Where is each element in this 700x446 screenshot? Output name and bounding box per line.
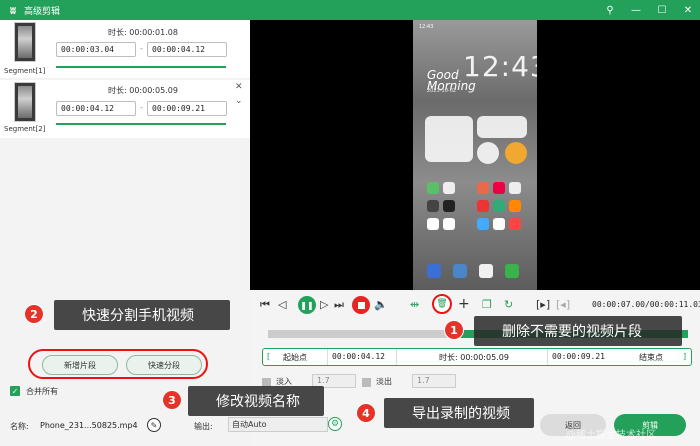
annotation-badge: 2 — [24, 304, 44, 324]
start-point-input[interactable]: 00:00:04.12 — [327, 349, 397, 365]
camera-dock-icon — [453, 264, 467, 278]
segment-item[interactable]: Segment[1] 时长: 00:00:01.08 00:00:03.04 -… — [0, 20, 250, 78]
close-icon[interactable]: ✕ — [682, 4, 694, 16]
time-readout: 00:00:07.00/00:00:11.03 — [592, 300, 700, 309]
watermark: @稀土掘金技术社区 — [566, 430, 656, 441]
app-icon — [427, 200, 439, 212]
annotation-badge: 4 — [356, 403, 376, 423]
app-icon — [477, 182, 489, 194]
segment-progress-bar — [56, 66, 226, 68]
segment-end-input[interactable]: 00:00:04.12 — [147, 42, 227, 57]
gear-icon[interactable]: ⚙ — [328, 417, 342, 431]
segment-label: Segment[1] — [4, 67, 46, 75]
segment-close-icon[interactable]: ✕ — [235, 82, 243, 92]
pause-button[interactable]: ❚❚ — [298, 296, 316, 314]
weather-widget — [505, 142, 527, 164]
next-frame-icon[interactable]: ▷ — [320, 298, 328, 311]
segment-progress-bar — [56, 123, 226, 125]
app-icon — [477, 218, 489, 230]
merge-all-checkbox[interactable]: ✓ — [10, 386, 20, 396]
fade-out-input[interactable]: 1.7 — [412, 374, 456, 388]
skip-end-icon[interactable]: ⏭ — [334, 298, 344, 312]
browser-dock-icon — [479, 264, 493, 278]
delete-segment-button[interactable]: 🗑 — [432, 294, 452, 314]
filename-label: 名称: — [10, 422, 29, 431]
maximize-icon[interactable]: ☐ — [656, 4, 668, 16]
annotation-callout: 导出录制的视频 — [384, 398, 534, 428]
app-icon — [427, 182, 439, 194]
phone-screen-frame: 12:43 12:43 Good Morning 2023-10-02 — [413, 20, 537, 290]
output-label: 输出: — [194, 422, 213, 431]
segment-duration: 时长: 00:00:01.08 — [108, 28, 178, 37]
stop-button[interactable] — [352, 296, 370, 314]
app-icon — [493, 182, 505, 194]
filename-value: Phone_231...50825.mp4 — [40, 421, 138, 430]
fade-out-label: 淡出 — [376, 377, 392, 386]
start-bracket-icon: [ — [267, 352, 271, 361]
reset-icon[interactable]: ↻ — [504, 298, 513, 311]
output-select[interactable]: 自动Auto — [228, 417, 328, 432]
record-widget — [477, 142, 499, 164]
segment-separator: - — [140, 44, 143, 53]
annotation-callout: 快速分割手机视频 — [54, 300, 230, 330]
mark-in-icon[interactable]: [▸] — [536, 298, 550, 311]
copy-icon[interactable]: ❐ — [482, 298, 492, 311]
annotation-badge: 1 — [444, 320, 464, 340]
wechat-dock-icon — [505, 264, 519, 278]
range-editor: [ 起始点 00:00:04.12 时长: 00:00:05.09 00:00:… — [262, 348, 692, 366]
app-icon — [427, 218, 439, 230]
app-icon — [493, 200, 505, 212]
phone-date: 2023-10-02 — [427, 88, 457, 94]
segment-thumbnail — [14, 82, 36, 122]
volume-icon[interactable]: 🔈 — [374, 298, 388, 311]
add-icon[interactable]: + — [458, 296, 470, 312]
title-bar: ʬ 高级剪辑 ⚲ — ☐ ✕ — [0, 0, 700, 20]
app-icon — [443, 200, 455, 212]
end-bracket-icon: ] — [683, 352, 687, 361]
app-icon — [509, 218, 521, 230]
merge-all-label: 合并所有 — [26, 387, 58, 396]
annotation-badge: 3 — [162, 390, 182, 410]
quick-split-button[interactable]: 快速分段 — [126, 355, 202, 375]
split-icon[interactable]: ⇹ — [410, 298, 419, 311]
minimize-icon[interactable]: — — [630, 4, 642, 16]
window-controls: ⚲ — ☐ ✕ — [604, 0, 694, 20]
annotation-callout: 删除不需要的视频片段 — [474, 316, 682, 346]
phone-status-time: 12:43 — [419, 24, 434, 30]
pin-icon[interactable]: ⚲ — [604, 4, 616, 16]
mark-out-icon[interactable]: [◂] — [556, 298, 570, 311]
end-point-input[interactable]: 00:00:09.21 — [547, 349, 607, 365]
app-icon — [477, 200, 489, 212]
skip-start-icon[interactable]: ⏮ — [260, 298, 270, 312]
app-icon — [509, 182, 521, 194]
app-icon — [443, 218, 455, 230]
calendar-widget — [425, 116, 473, 162]
edit-name-icon[interactable]: ✎ — [147, 418, 161, 432]
segment-start-input[interactable]: 00:00:04.12 — [56, 101, 136, 116]
fade-out-checkbox[interactable] — [362, 378, 371, 387]
video-preview[interactable]: 12:43 12:43 Good Morning 2023-10-02 — [250, 20, 700, 290]
segment-item[interactable]: Segment[2] 时长: 00:00:05.09 ✕ 00:00:04.12… — [0, 80, 250, 138]
segment-start-input[interactable]: 00:00:03.04 — [56, 42, 136, 57]
end-point-label[interactable]: 结束点 — [639, 352, 663, 363]
clock-widget — [477, 116, 527, 138]
segment-separator: - — [140, 103, 143, 112]
segment-duration: 时长: 00:00:05.09 — [108, 86, 178, 95]
phone-dock-icon — [427, 264, 441, 278]
segment-label: Segment[2] — [4, 125, 46, 133]
app-window: ʬ 高级剪辑 ⚲ — ☐ ✕ Segment[1] 时长: 00:00:01.0… — [0, 0, 700, 446]
start-point-label[interactable]: 起始点 — [283, 352, 307, 363]
app-icon — [493, 218, 505, 230]
range-duration: 时长: 00:00:05.09 — [439, 353, 509, 362]
annotation-callout: 修改视频名称 — [188, 386, 324, 416]
add-segment-button[interactable]: 新增片段 — [42, 355, 118, 375]
app-icon — [443, 182, 455, 194]
window-title: 高级剪辑 — [24, 6, 61, 17]
segment-end-input[interactable]: 00:00:09.21 — [147, 101, 227, 116]
prev-frame-icon[interactable]: ◁ — [278, 298, 286, 311]
segment-thumbnail — [14, 22, 36, 62]
segment-expand-icon[interactable]: ⌄ — [235, 96, 243, 106]
app-logo-icon: ʬ — [9, 3, 17, 17]
app-icon — [509, 200, 521, 212]
